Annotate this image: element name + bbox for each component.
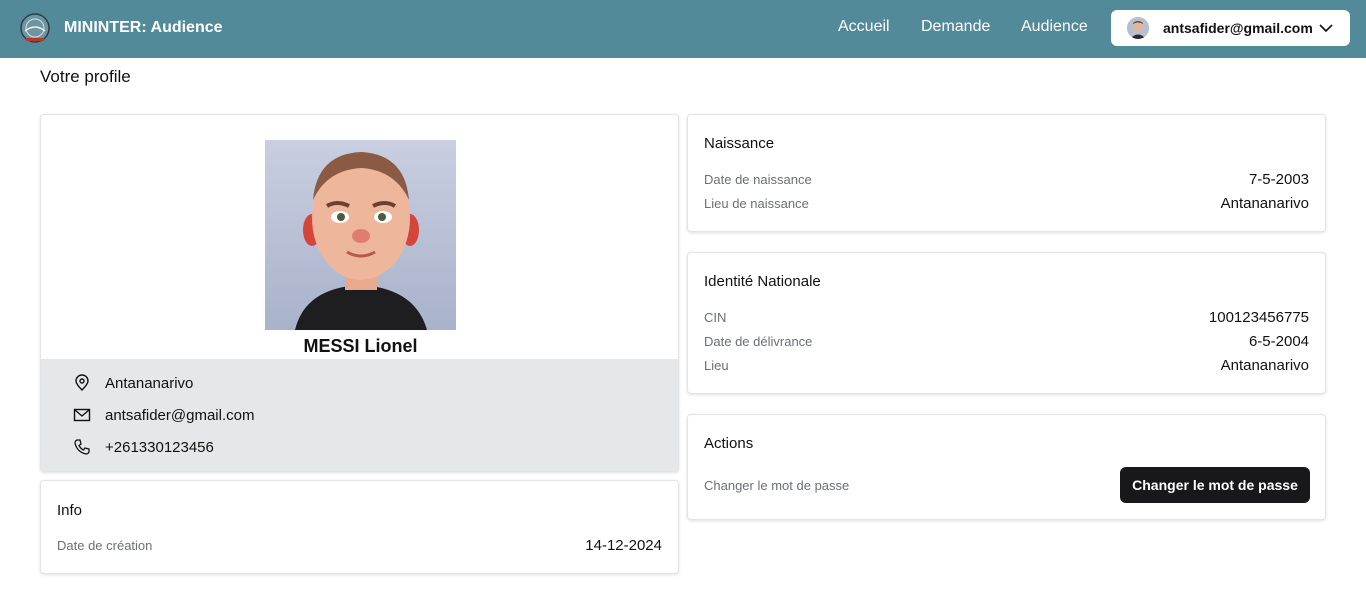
naissance-card: Naissance Date de naissance 7-5-2003 Lie… — [687, 114, 1326, 232]
change-password-button[interactable]: Changer le mot de passe — [1120, 467, 1310, 503]
top-navbar: MININTER: Audience Accueil Demande Audie… — [0, 0, 1366, 58]
user-menu-button[interactable]: antsafider@gmail.com — [1111, 10, 1350, 46]
birth-place-label: Lieu de naissance — [704, 196, 809, 211]
nav-audience[interactable]: Audience — [1021, 18, 1088, 36]
issue-place-value: Antananarivo — [1220, 357, 1309, 374]
issue-date-value: 6-5-2004 — [1248, 333, 1309, 350]
creation-date-value: 14-12-2024 — [585, 537, 662, 554]
location-pin-icon — [73, 374, 91, 392]
avatar — [1127, 17, 1149, 39]
birth-date-value: 7-5-2003 — [1248, 171, 1309, 188]
cin-label: CIN — [704, 310, 727, 325]
issue-place-label: Lieu — [704, 358, 729, 373]
contact-details: Antananarivo antsafider@gmail.com +26133… — [41, 359, 678, 471]
profile-card: MESSI Lionel Antananarivo antsafider@gma… — [40, 114, 679, 472]
phone-icon — [73, 438, 91, 456]
user-email: antsafider@gmail.com — [1163, 20, 1313, 36]
actions-card: Actions Changer le mot de passe Changer … — [687, 414, 1326, 520]
mail-icon — [73, 406, 91, 424]
actions-title: Actions — [704, 435, 754, 452]
info-title: Info — [57, 502, 83, 519]
chevron-down-icon — [1318, 20, 1334, 36]
creation-date-label: Date de création — [57, 538, 153, 553]
profile-phone: +261330123456 — [105, 439, 214, 456]
birth-date-label: Date de naissance — [704, 172, 812, 187]
profile-name: MESSI Lionel — [303, 336, 418, 356]
page-title: Votre profile — [40, 67, 131, 86]
identite-title: Identité Nationale — [704, 273, 821, 290]
info-card: Info Date de création 14-12-2024 — [40, 480, 679, 574]
profile-location: Antananarivo — [105, 375, 194, 392]
ministry-logo[interactable] — [18, 13, 52, 45]
issue-date-label: Date de délivrance — [704, 334, 813, 349]
profile-email: antsafider@gmail.com — [105, 407, 255, 424]
cin-value: 100123456775 — [1208, 309, 1309, 326]
nav-demande[interactable]: Demande — [921, 18, 990, 36]
naissance-title: Naissance — [704, 135, 775, 152]
app-brand[interactable]: MININTER: Audience — [64, 19, 223, 37]
change-password-label: Changer le mot de passe — [704, 478, 850, 493]
profile-photo — [265, 140, 456, 330]
birth-place-value: Antananarivo — [1220, 195, 1309, 212]
nav-accueil[interactable]: Accueil — [838, 18, 890, 36]
identite-card: Identité Nationale CIN 100123456775 Date… — [687, 252, 1326, 394]
